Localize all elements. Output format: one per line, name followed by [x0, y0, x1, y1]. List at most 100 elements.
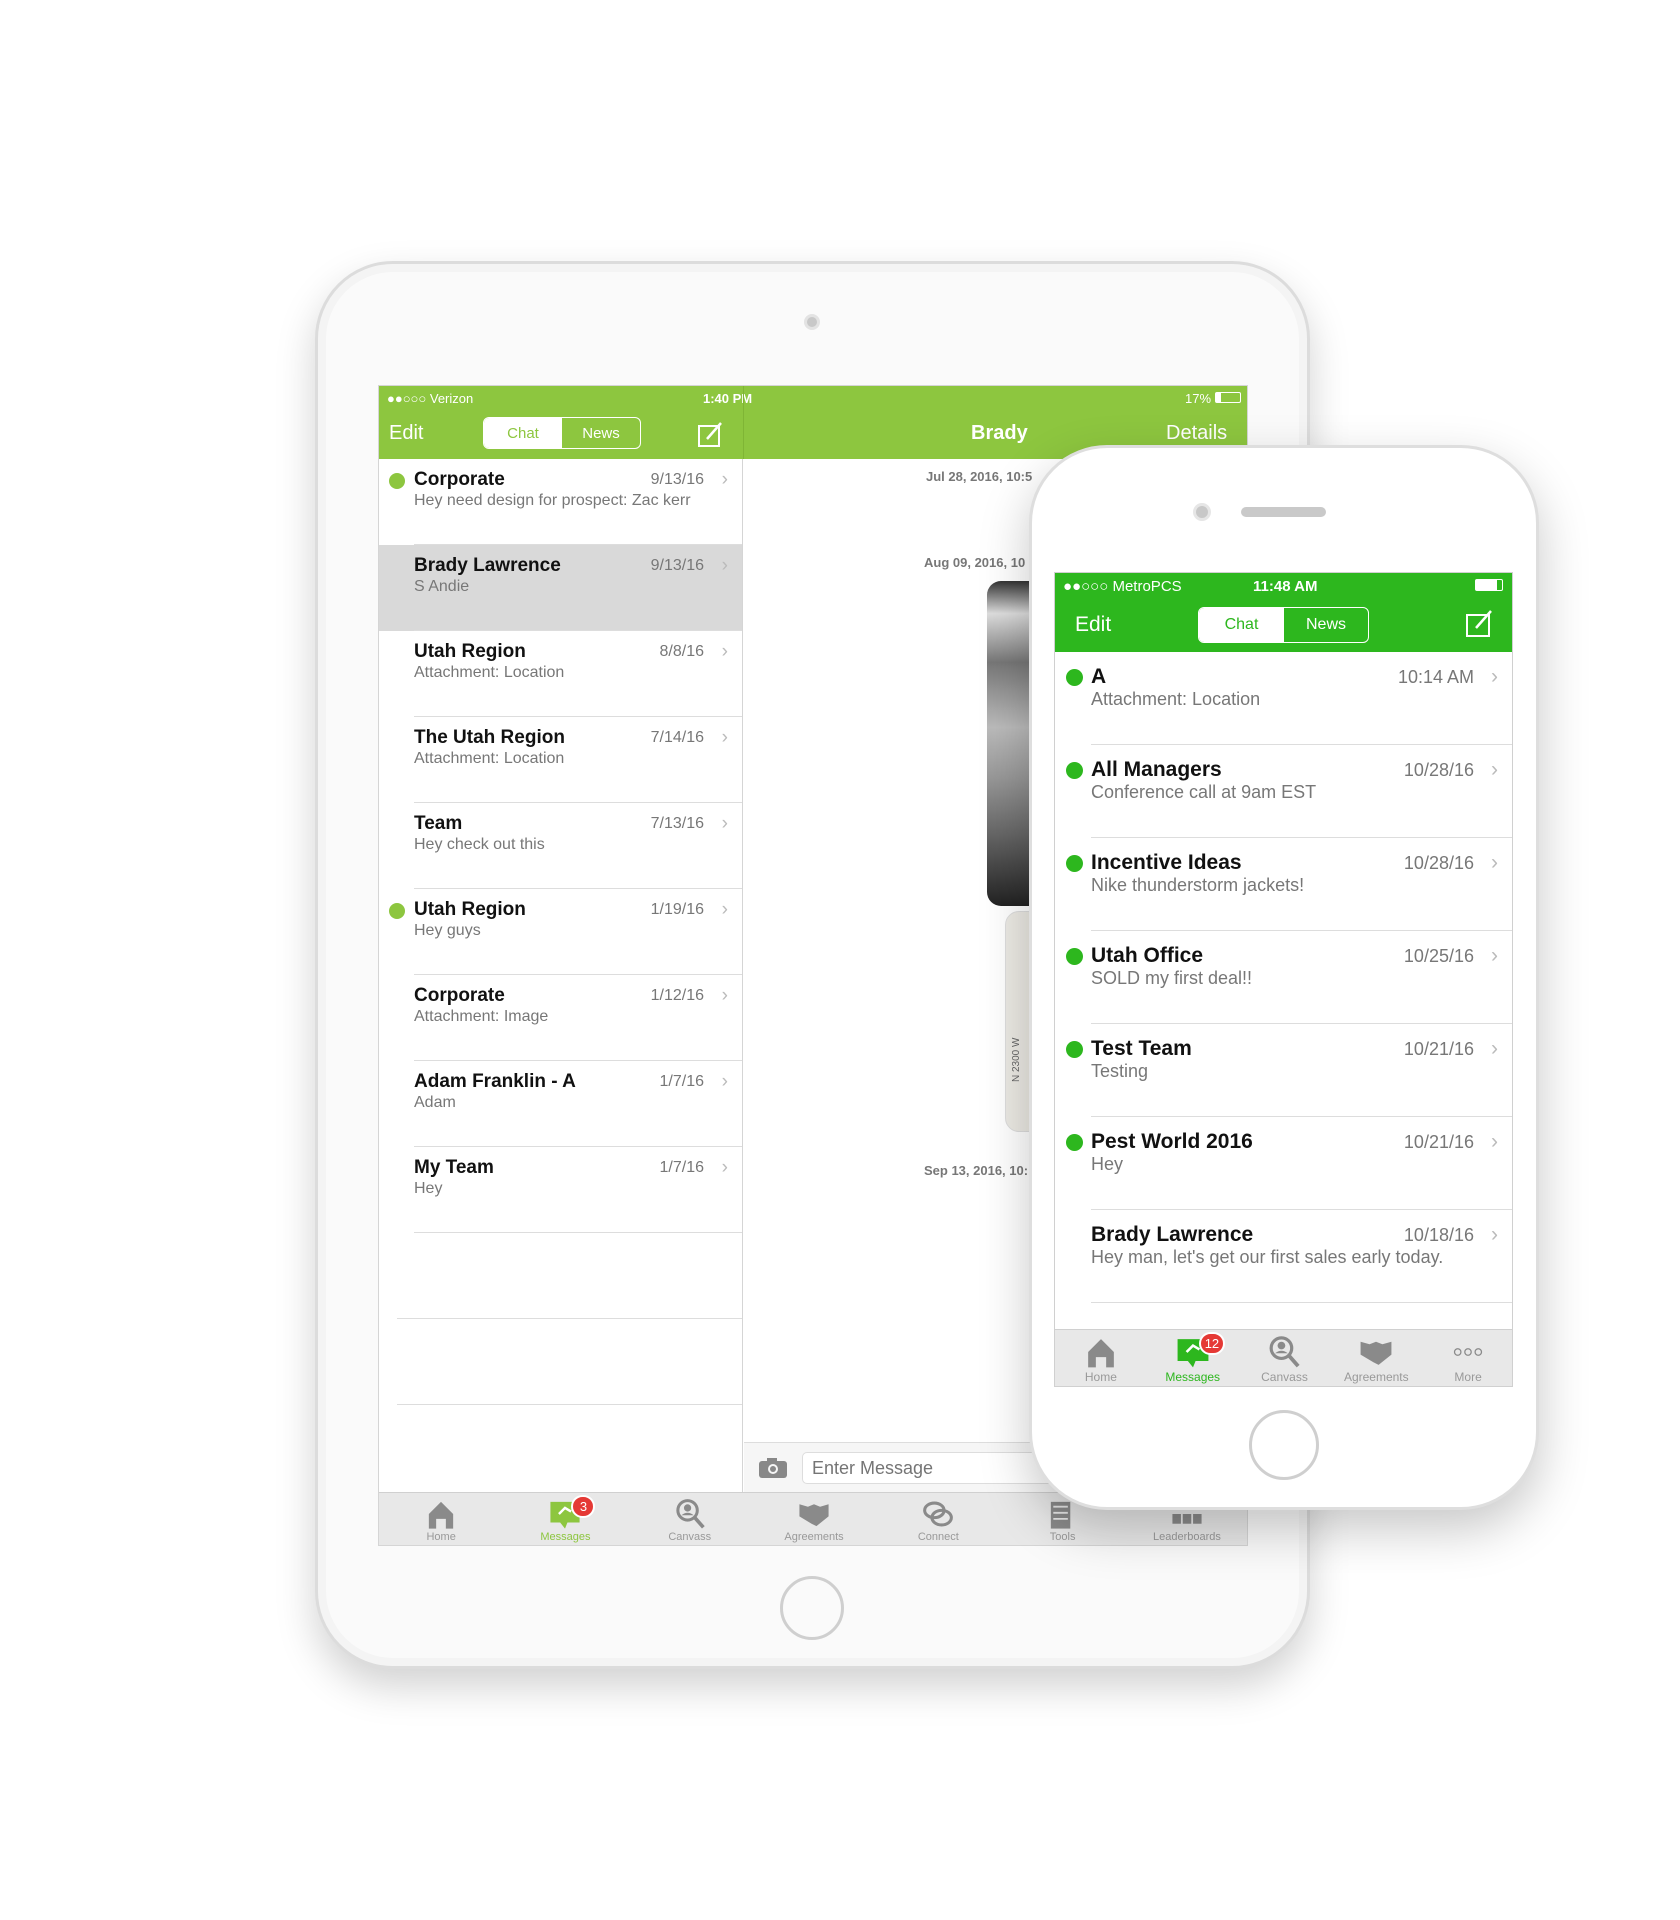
tab-canvass[interactable]: Canvass: [628, 1497, 752, 1543]
carrier: ●●○○○ Verizon: [387, 391, 474, 406]
tab-canvass[interactable]: Canvass: [1239, 1334, 1331, 1384]
conversation-date: 10/25/16: [1403, 946, 1474, 966]
conversation-date: 9/13/16: [650, 557, 704, 574]
conversation-row[interactable]: Corporate Hey need design for prospect: …: [379, 459, 742, 545]
tab-label: Leaderboards: [1153, 1531, 1221, 1543]
unread-dot: [1066, 669, 1083, 686]
conversation-row[interactable]: Test Team Testing 10/21/16 ›: [1055, 1024, 1512, 1117]
chevron-right-icon: ›: [721, 641, 728, 662]
unread-badge: 12: [1198, 1332, 1226, 1355]
chevron-right-icon: ›: [1491, 944, 1498, 967]
conversation-preview: SOLD my first deal!!: [1091, 968, 1253, 988]
conversation-row[interactable]: A Attachment: Location 10:14 AM ›: [1055, 652, 1512, 745]
empty-row: [379, 1233, 742, 1319]
chevron-right-icon: ›: [721, 1157, 728, 1178]
conversation-preview: Hey guys: [414, 922, 481, 939]
conversation-row[interactable]: Utah Region Attachment: Location 8/8/16 …: [379, 631, 742, 717]
conversation-row[interactable]: Team Hey check out this 7/13/16 ›: [379, 803, 742, 889]
home-icon: [428, 1501, 454, 1529]
tab-label: Connect: [917, 1531, 959, 1543]
iphone-camera: [1193, 503, 1211, 521]
unread-dot: [1066, 1134, 1083, 1151]
iphone-header: ●●○○○ MetroPCS 11:48 AM Edit Chat News: [1055, 573, 1512, 652]
tab-chat[interactable]: Chat: [1199, 608, 1284, 642]
conversation-preview: Attachment: Location: [1091, 689, 1261, 709]
conversation-preview: Hey: [414, 1180, 443, 1197]
tab-connect[interactable]: Connect: [876, 1497, 1000, 1543]
unread-dot: [389, 473, 405, 489]
conversation-preview: Attachment: Image: [414, 1008, 549, 1025]
conversation-date: 8/8/16: [659, 643, 704, 660]
clock: 11:48 AM: [1253, 578, 1318, 595]
conversation-row[interactable]: Brady Lawrence S Andie 9/13/16 ›: [379, 545, 742, 631]
connect-icon: [923, 1501, 954, 1527]
conversation-row[interactable]: Incentive Ideas Nike thunderstorm jacket…: [1055, 838, 1512, 931]
conversation-preview: Adam: [414, 1094, 456, 1111]
handshake-icon: [799, 1504, 829, 1527]
conversation-title: Corporate: [414, 469, 505, 490]
conversation-row[interactable]: All Managers Conference call at 9am EST …: [1055, 745, 1512, 838]
tab-news[interactable]: News: [1284, 608, 1368, 642]
camera-icon[interactable]: [758, 1457, 788, 1479]
map-street-label: N 2300 W: [1011, 1037, 1022, 1082]
conversation-preview: Testing: [1091, 1061, 1149, 1081]
tab-more[interactable]: More: [1422, 1334, 1512, 1384]
conversation-list: Corporate Hey need design for prospect: …: [379, 459, 743, 1492]
conversation-title: Utah Region: [414, 899, 526, 920]
conversation-row[interactable]: Corporate Attachment: Image 1/12/16 ›: [379, 975, 742, 1061]
conversation-row[interactable]: Pest World 2016 Hey 10/21/16 ›: [1055, 1117, 1512, 1210]
tab-label: Home: [1084, 1370, 1117, 1384]
home-icon: [1088, 1339, 1114, 1368]
conversation-date: 1/7/16: [659, 1159, 704, 1176]
conversation-preview: Hey man, let's get our first sales early…: [1091, 1247, 1444, 1267]
conversation-preview: S Andie: [414, 578, 470, 595]
unread-badge: 3: [571, 1495, 596, 1518]
conversation-preview: Attachment: Location: [414, 664, 565, 681]
edit-button[interactable]: Edit: [389, 422, 423, 445]
timestamp: Aug 09, 2016, 10: [924, 555, 1026, 570]
tab-news[interactable]: News: [562, 418, 640, 448]
conversation-row[interactable]: Brady Lawrence Hey man, let's get our fi…: [1055, 1210, 1512, 1303]
conversation-list: A Attachment: Location 10:14 AM › All Ma…: [1055, 652, 1512, 1329]
chevron-right-icon: ›: [1491, 1223, 1498, 1246]
tab-label: More: [1454, 1370, 1482, 1384]
tab-home[interactable]: Home: [379, 1497, 503, 1543]
ipad-home-button[interactable]: [780, 1576, 844, 1640]
details-button[interactable]: Details: [1166, 422, 1227, 445]
conversation-date: 1/19/16: [650, 901, 704, 918]
compose-icon[interactable]: [1465, 608, 1495, 638]
conversation-row[interactable]: Utah Region Hey guys 1/19/16 ›: [379, 889, 742, 975]
iphone-home-button[interactable]: [1249, 1410, 1319, 1480]
tab-label: Canvass: [668, 1531, 712, 1543]
tab-label: Messages: [1165, 1370, 1221, 1384]
canvass-icon: [676, 1499, 705, 1529]
conversation-title: My Team: [414, 1157, 494, 1178]
tab-agreements[interactable]: Agreements: [1330, 1334, 1422, 1384]
compose-icon[interactable]: [697, 420, 725, 448]
conversation-date: 10/21/16: [1403, 1039, 1474, 1059]
conversation-date: 7/14/16: [650, 729, 704, 746]
ipad-camera: [804, 314, 820, 330]
conversation-title: Utah Region: [414, 641, 526, 662]
tab-home[interactable]: Home: [1055, 1334, 1147, 1384]
iphone-speaker: [1241, 507, 1326, 517]
conversation-row[interactable]: The Utah Region Attachment: Location 7/1…: [379, 717, 742, 803]
chevron-right-icon: ›: [721, 1071, 728, 1092]
tab-agreements[interactable]: Agreements: [752, 1497, 876, 1543]
tab-label: Canvass: [1261, 1370, 1308, 1384]
battery-icon: [1215, 392, 1241, 403]
canvass-icon: [1270, 1336, 1301, 1368]
edit-button[interactable]: Edit: [1075, 613, 1111, 637]
chevron-right-icon: ›: [721, 899, 728, 920]
battery-percent: 17%: [1185, 391, 1212, 406]
tab-messages[interactable]: Messages 3: [503, 1495, 627, 1543]
tab-label: Agreements: [784, 1531, 844, 1543]
conversation-row[interactable]: My Team Hey 1/7/16 ›: [379, 1147, 742, 1233]
conversation-row[interactable]: Adam Franklin - A Adam 1/7/16 ›: [379, 1061, 742, 1147]
conversation-title: Corporate: [414, 985, 505, 1006]
tab-chat[interactable]: Chat: [484, 418, 562, 448]
tab-messages[interactable]: Messages 12: [1147, 1332, 1239, 1384]
empty-row: [379, 1319, 742, 1405]
conversation-date: 10/28/16: [1403, 853, 1474, 873]
conversation-row[interactable]: Utah Office SOLD my first deal!! 10/25/1…: [1055, 931, 1512, 1024]
